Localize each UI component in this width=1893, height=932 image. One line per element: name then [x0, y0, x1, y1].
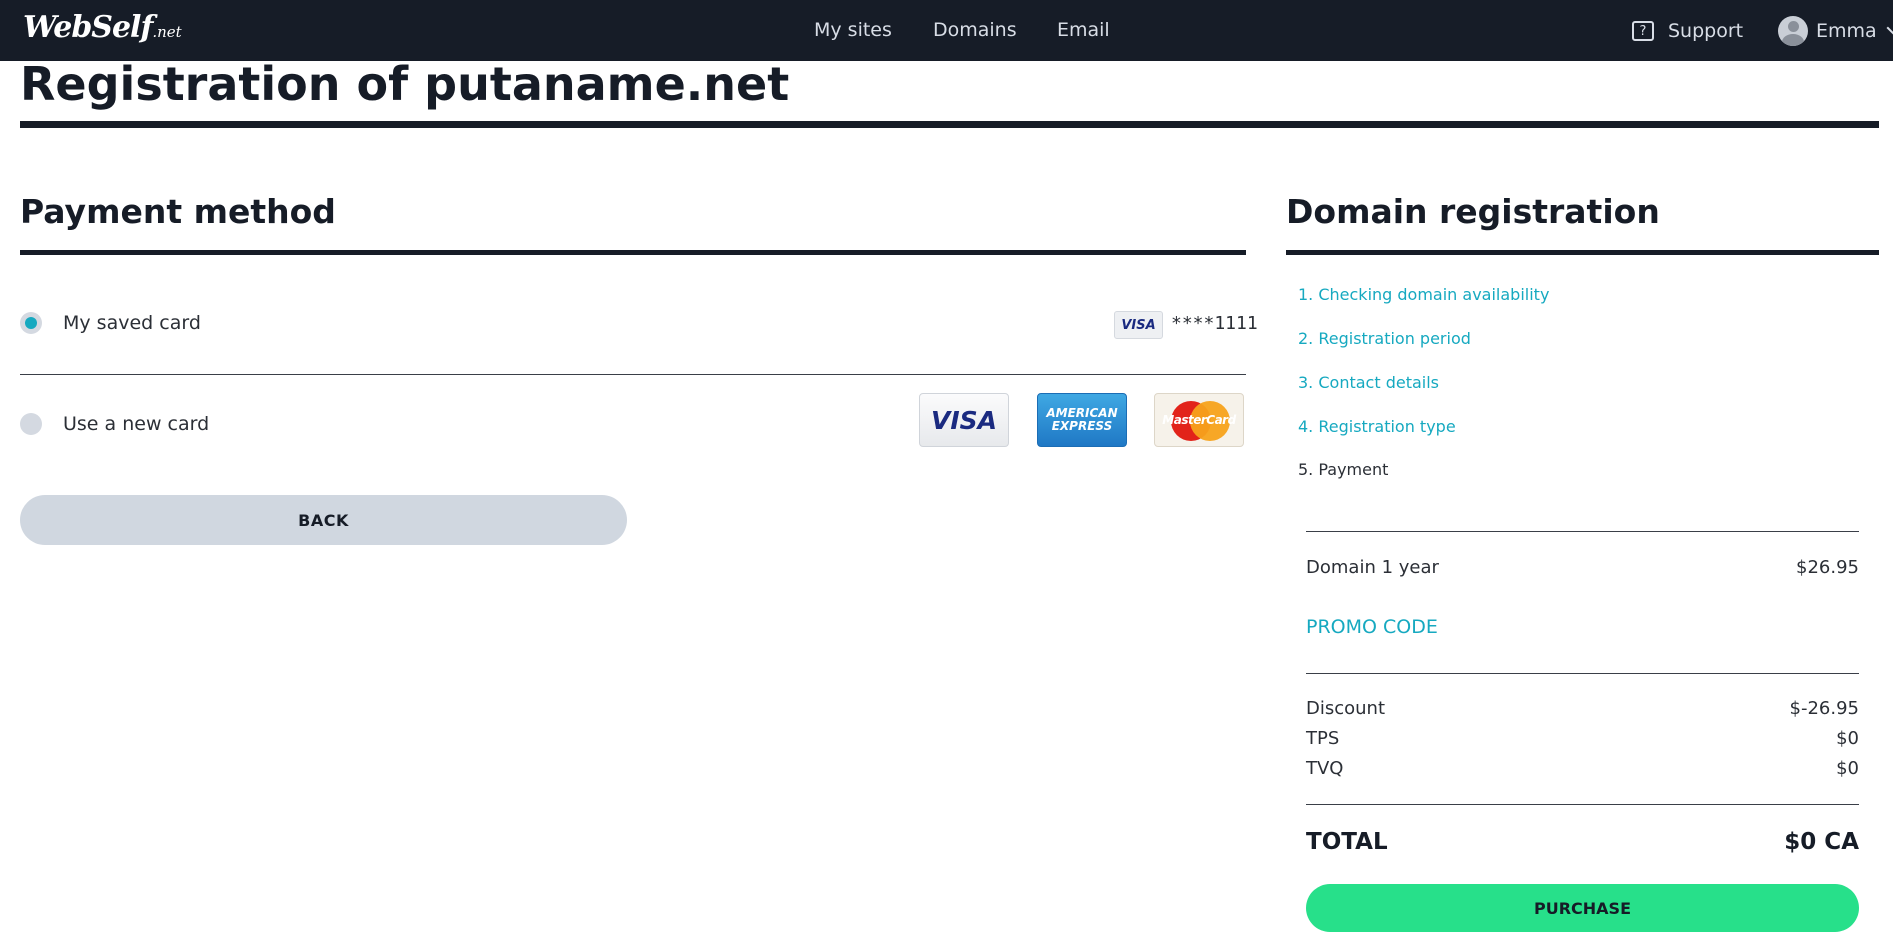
- new-card-label[interactable]: Use a new card: [63, 413, 209, 435]
- tvq-value: $0: [1836, 758, 1859, 779]
- step-payment: 5. Payment: [1298, 460, 1389, 479]
- purchase-button[interactable]: PURCHASE: [1306, 884, 1859, 932]
- page-title: Registration of putaname.net: [20, 57, 790, 111]
- total-label: TOTAL: [1306, 829, 1388, 855]
- logo-text: WebSelf: [23, 10, 153, 45]
- step-contact-details[interactable]: 3. Contact details: [1298, 373, 1439, 392]
- visa-mini-icon: VISA: [1114, 311, 1163, 339]
- summary-divider-3: [1306, 804, 1859, 805]
- payment-heading-divider: [20, 250, 1246, 255]
- step-registration-type[interactable]: 4. Registration type: [1298, 417, 1456, 436]
- payment-option-divider: [20, 374, 1246, 375]
- step-registration-period[interactable]: 2. Registration period: [1298, 329, 1471, 348]
- mastercard-text: MasterCard: [1162, 413, 1236, 427]
- support-link[interactable]: ? Support: [1632, 17, 1743, 45]
- chevron-down-icon: [1886, 19, 1893, 37]
- user-menu[interactable]: Emma: [1778, 15, 1893, 47]
- tvq-label: TVQ: [1306, 758, 1344, 779]
- summary-divider-1: [1306, 531, 1859, 532]
- line-item-label: Domain 1 year: [1306, 557, 1439, 578]
- visa-logo-icon: VISA: [919, 393, 1009, 447]
- discount-label: Discount: [1306, 698, 1386, 719]
- summary-divider-2: [1306, 673, 1859, 674]
- line-item-price: $26.95: [1796, 557, 1859, 578]
- back-button[interactable]: BACK: [20, 495, 627, 545]
- nav-domains[interactable]: Domains: [933, 19, 1017, 41]
- amex-logo-icon: AMERICAN EXPRESS: [1037, 393, 1127, 447]
- support-label: Support: [1668, 20, 1744, 42]
- nav-email[interactable]: Email: [1057, 19, 1110, 41]
- promo-code-link[interactable]: PROMO CODE: [1306, 616, 1438, 638]
- avatar-icon: [1778, 16, 1808, 46]
- total-value: $0 CA: [1784, 829, 1859, 855]
- domain-registration-heading: Domain registration: [1286, 192, 1660, 231]
- logo-suffix: .net: [152, 23, 182, 41]
- discount-value: $-26.95: [1789, 698, 1859, 719]
- webself-logo[interactable]: WebSelf.net: [23, 10, 182, 45]
- step-checking-availability[interactable]: 1. Checking domain availability: [1298, 285, 1549, 304]
- saved-card-radio[interactable]: [20, 312, 42, 334]
- tps-label: TPS: [1306, 728, 1340, 749]
- user-name: Emma: [1816, 20, 1877, 42]
- title-divider: [20, 121, 1879, 128]
- new-card-radio[interactable]: [20, 413, 42, 435]
- mastercard-logo-icon: MasterCard: [1154, 393, 1244, 447]
- saved-card-digits: ****1111: [1171, 313, 1258, 334]
- amex-line-2: EXPRESS: [1051, 419, 1113, 433]
- tps-value: $0: [1836, 728, 1859, 749]
- top-navigation-bar: WebSelf.net My sites Domains Email ? Sup…: [0, 0, 1893, 61]
- summary-heading-divider: [1286, 250, 1879, 255]
- nav-my-sites[interactable]: My sites: [814, 19, 892, 41]
- help-icon: ?: [1632, 21, 1654, 41]
- payment-method-heading: Payment method: [20, 192, 336, 231]
- saved-card-label[interactable]: My saved card: [63, 312, 201, 334]
